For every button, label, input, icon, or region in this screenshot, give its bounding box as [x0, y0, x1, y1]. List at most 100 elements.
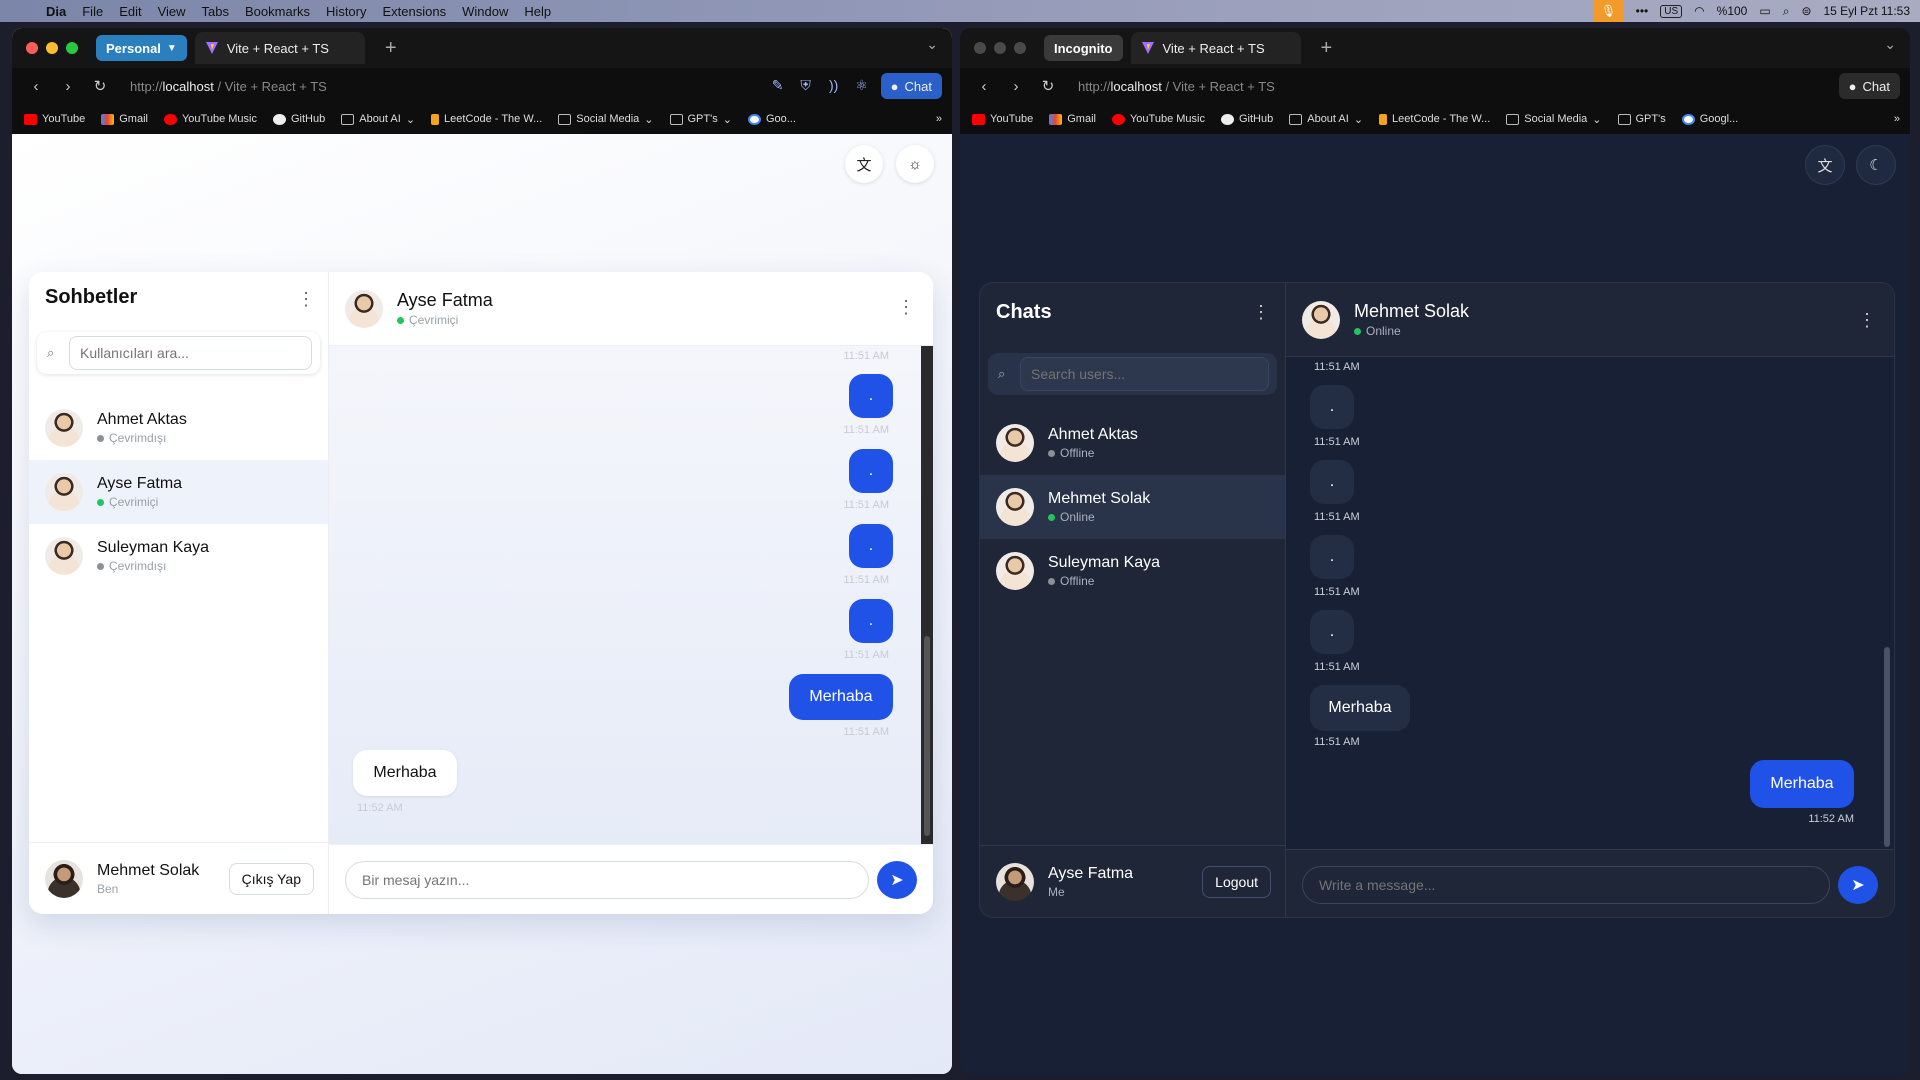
- scrollbar-thumb[interactable]: [924, 636, 930, 836]
- message-input[interactable]: [345, 861, 869, 899]
- new-tab-plus-icon[interactable]: +: [1321, 37, 1333, 60]
- bookmark-leetcode[interactable]: LeetCode - The W...: [1379, 113, 1490, 125]
- more-icon[interactable]: •••: [1636, 4, 1649, 18]
- user-list-item-active[interactable]: Mehmet Solak Online: [980, 475, 1285, 539]
- sun-theme-icon[interactable]: ☼: [896, 145, 934, 183]
- bookmark-folder-gpts[interactable]: GPT's ⌄: [669, 113, 732, 126]
- logout-button[interactable]: Logout: [1202, 866, 1271, 898]
- tab-list-chevron-icon[interactable]: ⌄: [926, 36, 938, 53]
- forward-icon[interactable]: ›: [52, 78, 84, 95]
- user-list-item[interactable]: Suleyman Kaya Çevrimdışı: [29, 524, 328, 588]
- battery-label[interactable]: %100: [1717, 4, 1748, 18]
- search-box: ⌕: [37, 332, 320, 374]
- back-icon[interactable]: ‹: [20, 78, 52, 95]
- audio-extension-icon[interactable]: )): [825, 77, 843, 95]
- moon-theme-icon[interactable]: ☾: [1856, 145, 1896, 185]
- youtube-music-icon: [1111, 113, 1125, 125]
- bookmark-leetcode[interactable]: LeetCode - The W...: [431, 113, 542, 125]
- chat-menu-icon[interactable]: ⋮: [897, 298, 915, 316]
- bookmark-youtube-music[interactable]: YouTube Music: [1111, 113, 1205, 125]
- zoom-window-button[interactable]: [66, 42, 78, 54]
- profile-switcher[interactable]: Personal ▼: [96, 35, 187, 61]
- search-input[interactable]: [1020, 357, 1269, 391]
- forward-icon[interactable]: ›: [1000, 78, 1032, 95]
- message-time: 11:52 AM: [357, 802, 403, 814]
- bookmark-gmail[interactable]: Gmail: [101, 113, 148, 125]
- menu-edit[interactable]: Edit: [111, 4, 149, 19]
- wifi-icon[interactable]: ◠: [1694, 4, 1704, 18]
- microphone-icon[interactable]: 🎙: [1593, 0, 1624, 22]
- chat-panel: Mehmet Solak Online ⋮ 11:51 AM . 11:51 AM…: [1286, 283, 1894, 917]
- bookmark-github[interactable]: GitHub: [1220, 113, 1273, 125]
- control-center-icon[interactable]: ⊜: [1801, 4, 1811, 18]
- address-bar[interactable]: http://localhost / Vite + React + TS: [1078, 79, 1275, 94]
- bookmark-folder-gpts[interactable]: GPT's: [1617, 113, 1666, 125]
- address-bar[interactable]: http://localhost / Vite + React + TS: [130, 79, 327, 94]
- bookmark-youtube[interactable]: YouTube: [972, 113, 1033, 125]
- user-list-item[interactable]: Ahmet Aktas Çevrimdışı: [29, 396, 328, 460]
- back-icon[interactable]: ‹: [968, 78, 1000, 95]
- minimize-window-button[interactable]: [994, 42, 1006, 54]
- bookmark-google[interactable]: Goo...: [747, 113, 796, 125]
- menu-view[interactable]: View: [150, 4, 194, 19]
- user-status: Çevrimdışı: [109, 431, 167, 445]
- react-devtools-icon[interactable]: ⚛: [853, 77, 871, 95]
- menu-history[interactable]: History: [318, 4, 374, 19]
- pen-extension-icon[interactable]: ✎: [769, 77, 787, 95]
- user-list-item[interactable]: Suleyman Kaya Offline: [980, 539, 1285, 603]
- bookmark-folder-social-media[interactable]: Social Media ⌄: [1506, 113, 1602, 126]
- close-window-button[interactable]: [974, 42, 986, 54]
- profile-switcher[interactable]: Incognito: [1044, 35, 1123, 61]
- reload-icon[interactable]: ↻: [84, 77, 116, 95]
- sidebar-menu-icon[interactable]: ⋮: [297, 290, 315, 308]
- chat-button[interactable]: ● Chat: [880, 73, 942, 99]
- send-icon[interactable]: ➤: [1838, 866, 1878, 904]
- search-input[interactable]: [69, 336, 312, 370]
- tab-list-chevron-icon[interactable]: ⌄: [1884, 36, 1896, 53]
- scrollbar-thumb[interactable]: [1884, 647, 1890, 847]
- user-list-item-active[interactable]: Ayse Fatma Çevrimiçi: [29, 460, 328, 524]
- keyboard-layout[interactable]: US: [1660, 4, 1683, 18]
- minimize-window-button[interactable]: [46, 42, 58, 54]
- reload-icon[interactable]: ↻: [1032, 77, 1064, 95]
- chat-button[interactable]: ● Chat: [1838, 73, 1900, 99]
- bookmark-youtube[interactable]: YouTube: [24, 113, 85, 125]
- current-user-footer: Ayse Fatma Me Logout: [980, 845, 1285, 917]
- menu-tabs[interactable]: Tabs: [194, 4, 237, 19]
- menu-extensions[interactable]: Extensions: [375, 4, 455, 19]
- bookmark-label: YouTube Music: [1129, 113, 1205, 125]
- send-icon[interactable]: ➤: [877, 861, 917, 899]
- browser-tab[interactable]: Vite + React + TS: [1130, 32, 1301, 64]
- bookmark-folder-social-media[interactable]: Social Media ⌄: [558, 113, 654, 126]
- menu-dia[interactable]: Dia: [38, 4, 74, 19]
- status-dot: [397, 316, 404, 324]
- user-list-item[interactable]: Ahmet Aktas Offline: [980, 411, 1285, 475]
- chat-menu-icon[interactable]: ⋮: [1858, 311, 1876, 329]
- bookmark-github[interactable]: GitHub: [272, 113, 325, 125]
- menu-bookmarks[interactable]: Bookmarks: [237, 4, 318, 19]
- bookmark-gmail[interactable]: Gmail: [1049, 113, 1096, 125]
- logout-button[interactable]: Çıkış Yap: [228, 863, 314, 895]
- menu-help[interactable]: Help: [516, 4, 559, 19]
- bookmark-google[interactable]: Googl...: [1681, 113, 1738, 125]
- translate-icon[interactable]: 文: [845, 145, 883, 183]
- new-tab-plus-icon[interactable]: +: [385, 37, 397, 60]
- more-bookmarks-icon[interactable]: »: [936, 113, 942, 125]
- message-input[interactable]: [1302, 866, 1830, 904]
- sidebar-menu-icon[interactable]: ⋮: [1252, 303, 1270, 321]
- clock[interactable]: 15 Eyl Pzt 11:53: [1824, 4, 1911, 18]
- menu-file[interactable]: File: [74, 4, 111, 19]
- bookmark-folder-about-ai[interactable]: About AI ⌄: [341, 113, 415, 126]
- zoom-window-button[interactable]: [1014, 42, 1026, 54]
- bookmark-label: LeetCode - The W...: [1392, 113, 1491, 125]
- more-bookmarks-icon[interactable]: »: [1894, 113, 1900, 125]
- bookmark-youtube-music[interactable]: YouTube Music: [163, 113, 257, 125]
- close-window-button[interactable]: [26, 42, 38, 54]
- bookmark-label: Gmail: [1067, 113, 1096, 125]
- spotlight-search-icon[interactable]: ⌕: [1783, 4, 1790, 19]
- bookmark-folder-about-ai[interactable]: About AI ⌄: [1289, 113, 1363, 126]
- translate-icon[interactable]: 文: [1805, 145, 1845, 185]
- menu-window[interactable]: Window: [454, 4, 516, 19]
- shield-extension-icon[interactable]: ⛨: [797, 77, 815, 95]
- browser-tab[interactable]: Vite + React + TS: [194, 32, 365, 64]
